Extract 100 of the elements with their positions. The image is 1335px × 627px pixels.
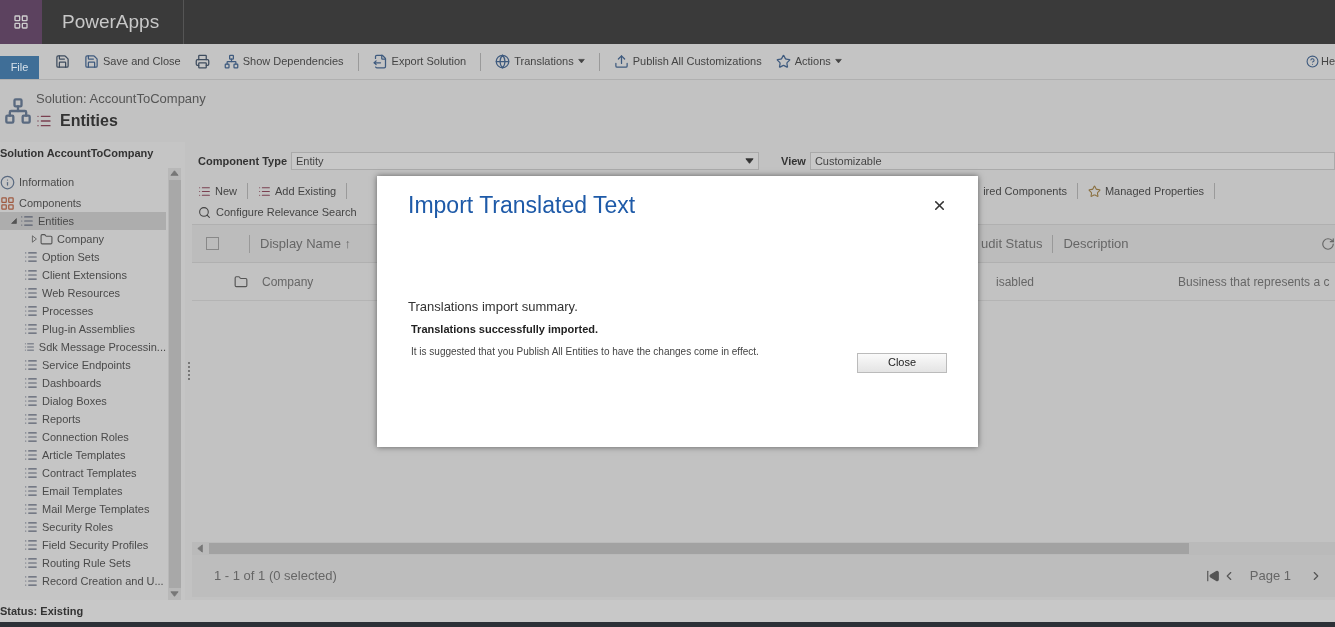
refresh-icon[interactable] (1321, 236, 1335, 251)
list-icon (24, 574, 38, 588)
close-button[interactable] (932, 198, 947, 213)
table-cell-text: isabled (996, 273, 1036, 291)
sidebar-title: Solution AccountToCompany (0, 146, 155, 161)
nav-item[interactable]: Field Security Profiles (0, 536, 166, 554)
nav-item[interactable]: Components (0, 194, 166, 212)
grid-toolbar-button[interactable]: Add Existing (256, 182, 339, 200)
horizontal-scrollbar[interactable] (192, 542, 1335, 555)
nav-item[interactable]: Information (0, 173, 166, 191)
summary-heading: Translations import summary. (408, 297, 579, 316)
list-icon (24, 268, 38, 282)
nav-item[interactable]: Plug-in Assemblies (0, 320, 166, 338)
nav-item[interactable]: Client Extensions (0, 266, 166, 284)
file-tab[interactable]: File (0, 56, 39, 79)
record-count: 1 - 1 of 1 (0 selected) (214, 567, 337, 586)
star-icon (1087, 184, 1101, 198)
page-title: Entities (60, 110, 118, 131)
nav-item[interactable]: Option Sets (0, 248, 166, 266)
first-page-icon[interactable] (1205, 569, 1220, 583)
close-dialog-button[interactable]: Close (857, 352, 947, 373)
nav-item[interactable]: Dashboards (0, 374, 166, 392)
table-cell-text: Business that represents a c (1178, 273, 1330, 291)
export-icon (372, 54, 388, 69)
column-header[interactable]: udit Status (981, 233, 1043, 254)
expanded-icon[interactable] (10, 217, 20, 225)
caret-icon (577, 58, 585, 65)
nav-item[interactable]: Article Templates (0, 446, 166, 464)
help-button[interactable]: He (1305, 53, 1335, 70)
list-icon (258, 184, 271, 198)
resize-handle[interactable] (187, 362, 190, 380)
help-icon (1305, 55, 1319, 68)
grid-toolbar-button[interactable]: Managed Properties (1085, 182, 1206, 200)
column-header[interactable]: Display Name ↑ (260, 233, 352, 254)
component-type-select[interactable]: Entity (291, 152, 759, 170)
ribbon-button[interactable]: Save and Close (80, 53, 185, 70)
list-icon (24, 520, 38, 534)
list-icon (24, 376, 38, 390)
nav-item[interactable]: Reports (0, 410, 166, 428)
ribbon-button[interactable]: Export Solution (368, 53, 471, 70)
nav-item[interactable]: Email Templates (0, 482, 166, 500)
view-select[interactable]: Customizable (809, 152, 1335, 170)
search-action[interactable]: Configure Relevance Search (198, 204, 357, 221)
list-icon (24, 412, 38, 426)
nav-item[interactable]: Security Roles (0, 518, 166, 536)
list-icon (24, 250, 38, 264)
nav-item[interactable]: Dialog Boxes (0, 392, 166, 410)
ribbon-button[interactable]: Actions (771, 53, 846, 70)
view-label: View (781, 153, 806, 169)
list-icon (24, 358, 38, 372)
result-text: Translations successfully imported. (411, 322, 600, 337)
close-icon (932, 198, 947, 213)
grid-toolbar-button[interactable]: ired Components (981, 182, 1069, 200)
list-icon (24, 502, 38, 516)
triangle-icon (30, 235, 38, 243)
dropdown-icon (745, 156, 754, 166)
folder-icon (40, 232, 53, 246)
nav-item[interactable]: Service Endpoints (0, 356, 166, 374)
nav-item[interactable]: Mail Merge Templates (0, 500, 166, 518)
save-icon (84, 54, 99, 69)
component-type-label: Component Type (198, 153, 287, 169)
list-icon (24, 448, 38, 462)
scrollbar[interactable] (168, 168, 181, 600)
nav-item[interactable]: Processes (0, 302, 166, 320)
table-cell-text: Company (262, 273, 315, 291)
select-all-checkbox[interactable] (206, 237, 219, 250)
list-icon (24, 430, 38, 444)
collapsed-icon[interactable] (30, 235, 40, 243)
list-icon (20, 214, 34, 228)
list-icon (198, 184, 211, 198)
printer-icon (194, 54, 210, 69)
ribbon-button[interactable]: Translations (491, 53, 589, 70)
waffle-icon (13, 14, 29, 30)
list-icon (24, 484, 38, 498)
nav-item[interactable]: Sdk Message Processin... (0, 338, 166, 356)
ribbon-button[interactable]: Show Dependencies (219, 53, 348, 70)
nav-item[interactable]: Record Creation and U... (0, 572, 166, 590)
list-icon (24, 322, 38, 336)
ribbon-button[interactable]: Publish All Customizations (609, 53, 766, 70)
list-icon (24, 304, 38, 318)
caret-icon (834, 58, 842, 65)
nav-item[interactable]: Entities (0, 212, 166, 230)
nav-item[interactable]: Web Resources (0, 284, 166, 302)
nav-item[interactable]: Connection Roles (0, 428, 166, 446)
nav-item[interactable]: Contract Templates (0, 464, 166, 482)
grid-toolbar-button[interactable]: New (196, 182, 239, 200)
nav-item[interactable]: Company (0, 230, 166, 248)
scroll-up-icon (170, 169, 179, 178)
note-text: It is suggested that you Publish All Entities to have the changes come in effect. (411, 344, 760, 359)
column-header[interactable]: Description (1063, 233, 1129, 254)
app-launcher-button[interactable] (0, 0, 42, 44)
status-text: Status: Existing (0, 603, 84, 619)
app-title: PowerApps (62, 9, 160, 34)
solution-label: Solution: AccountToCompany (36, 90, 206, 109)
nav-item[interactable]: Routing Rule Sets (0, 554, 166, 572)
upload-icon (613, 54, 629, 69)
list-icon (24, 466, 38, 480)
network-icon (223, 54, 239, 69)
dialog-title: Import Translated Text (408, 191, 636, 220)
triangle-icon (10, 217, 18, 225)
